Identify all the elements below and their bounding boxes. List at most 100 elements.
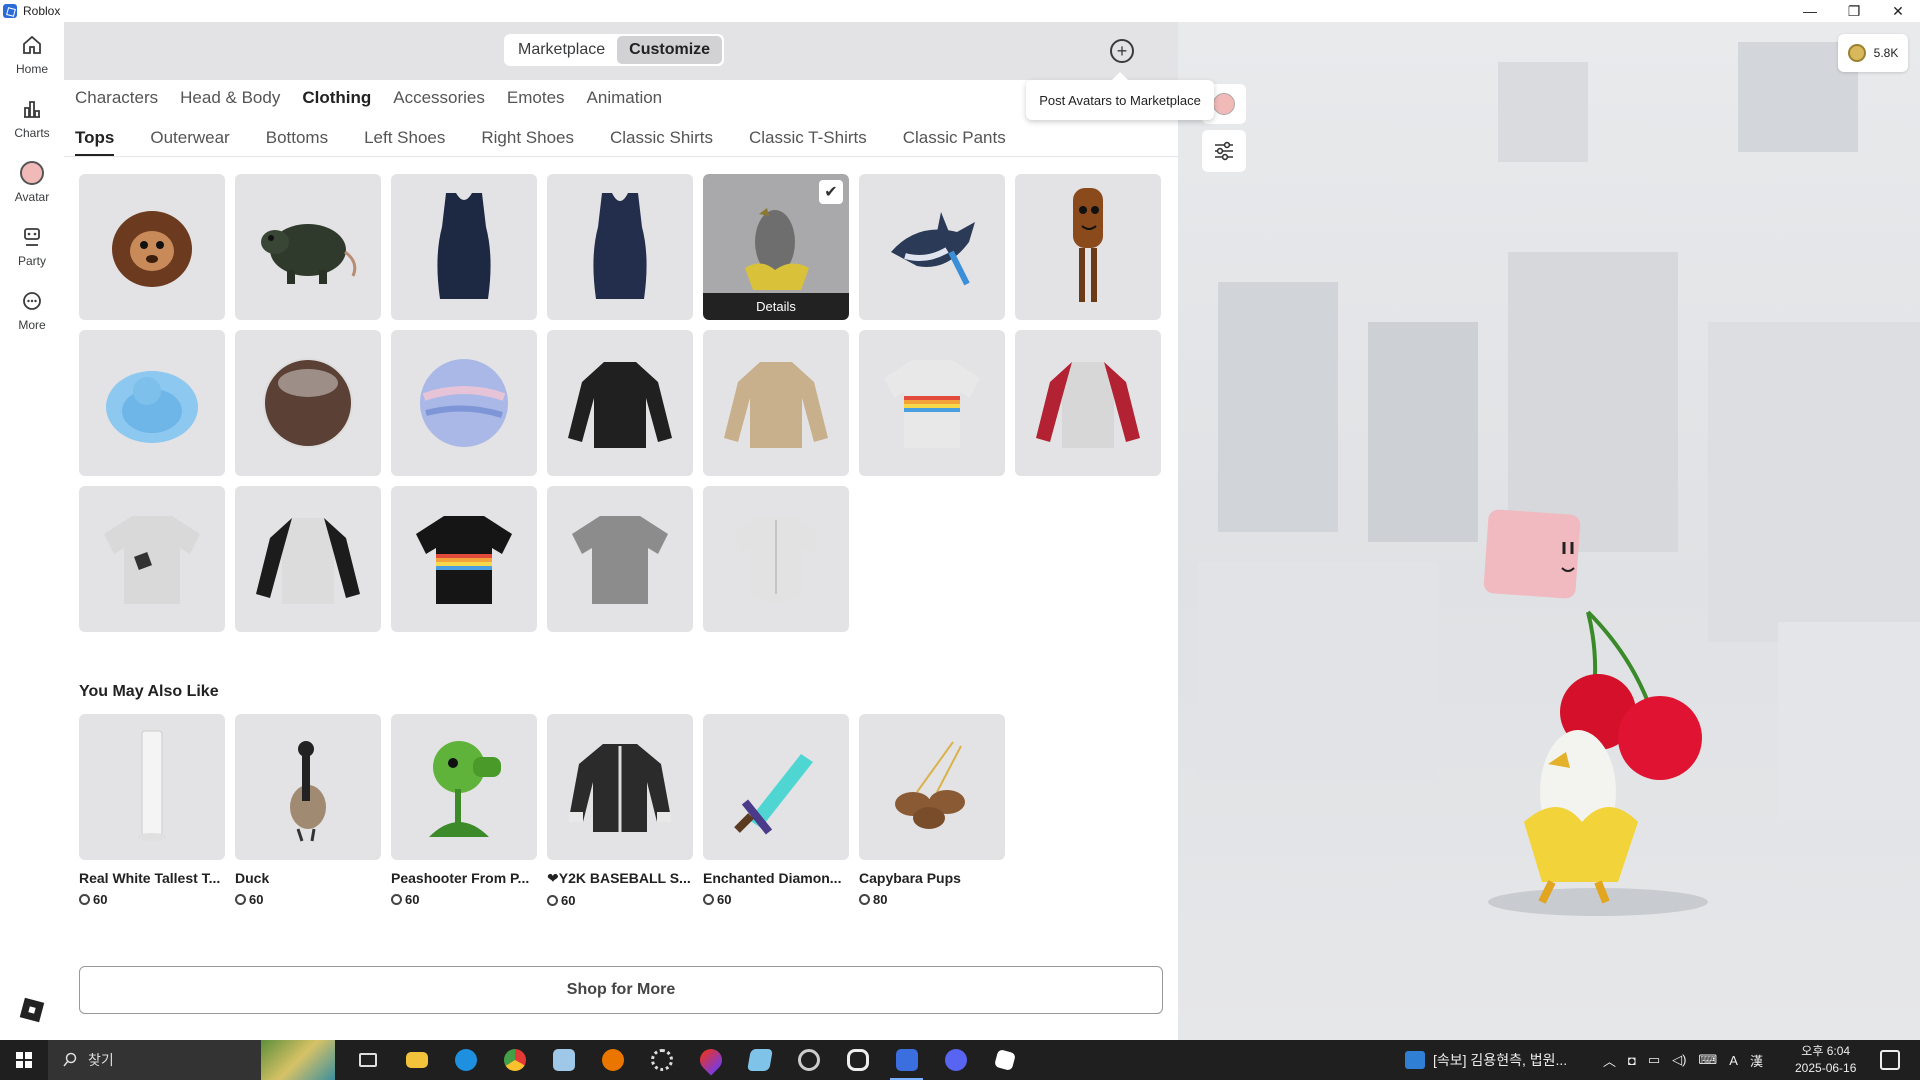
more-icon <box>19 288 45 314</box>
discord-icon[interactable] <box>931 1040 980 1080</box>
item-tile-tan-sweater[interactable] <box>703 330 849 476</box>
item-tile-bread-man[interactable] <box>1015 174 1161 320</box>
black-raglan-thumbnail <box>256 518 360 604</box>
camera-icon[interactable]: ◘ <box>1628 1053 1636 1068</box>
rainbow-tee-thumbnail <box>884 360 980 448</box>
left-navigation: Home Charts Avatar Party More <box>0 22 64 1040</box>
avatar-3d-viewport[interactable]: 5.8K <box>1178 22 1920 1040</box>
settings-icon[interactable] <box>637 1040 686 1080</box>
subtab-classic-pants[interactable]: Classic Pants <box>903 128 1006 157</box>
app-spiral-icon[interactable] <box>784 1040 833 1080</box>
notification-icon[interactable] <box>1880 1050 1900 1070</box>
rec-item-name: Real White Tallest T... <box>79 870 221 886</box>
taskbar-search[interactable]: 찾기 <box>48 1040 335 1080</box>
tab-clothing[interactable]: Clothing <box>302 88 371 108</box>
subtab-outerwear[interactable]: Outerwear <box>150 128 229 157</box>
minimize-button[interactable]: — <box>1788 0 1832 22</box>
blender-icon[interactable] <box>588 1040 637 1080</box>
rec-item[interactable]: Duck 60 <box>235 714 381 908</box>
restore-button[interactable]: ❐ <box>1832 0 1876 22</box>
item-tile-navy-tank-1[interactable] <box>391 174 537 320</box>
app-cloud-icon[interactable] <box>833 1040 882 1080</box>
item-tile-rainbow-tee-white[interactable] <box>859 330 1005 476</box>
roblox-taskbar-icon[interactable] <box>882 1040 931 1080</box>
robux-icon <box>79 894 90 905</box>
news-widget[interactable]: [속보] 김용현측, 법원... <box>1405 1040 1567 1080</box>
roblox-studio-icon[interactable] <box>980 1040 1029 1080</box>
task-view-icon[interactable] <box>343 1040 392 1080</box>
subtab-left-shoes[interactable]: Left Shoes <box>364 128 445 157</box>
item-tile-rat[interactable] <box>235 174 381 320</box>
item-tile-gray-tee[interactable] <box>547 486 693 632</box>
item-tile-white-knot-shirt[interactable] <box>703 486 849 632</box>
nav-charts[interactable]: Charts <box>0 86 64 150</box>
subtab-tops[interactable]: Tops <box>75 128 115 157</box>
paint-icon[interactable] <box>735 1040 784 1080</box>
rec-item[interactable]: Real White Tallest T... 60 <box>79 714 225 908</box>
item-tile-capybara[interactable] <box>79 174 225 320</box>
start-button[interactable] <box>0 1040 48 1080</box>
item-tile-dark-sphere[interactable] <box>235 330 381 476</box>
item-tile-navy-tank-2[interactable] <box>547 174 693 320</box>
subcategory-tabs: Tops Outerwear Bottoms Left Shoes Right … <box>75 128 1006 157</box>
item-tile-black-sweater[interactable] <box>547 330 693 476</box>
customize-tab[interactable]: Customize <box>617 36 723 64</box>
subtab-bottoms[interactable]: Bottoms <box>266 128 328 157</box>
network-icon[interactable]: ▭ <box>1648 1052 1660 1068</box>
tab-characters[interactable]: Characters <box>75 88 158 108</box>
close-button[interactable]: ✕ <box>1876 0 1920 22</box>
tab-emotes[interactable]: Emotes <box>507 88 565 108</box>
subtab-right-shoes[interactable]: Right Shoes <box>481 128 574 157</box>
chrome-icon[interactable] <box>490 1040 539 1080</box>
rec-item[interactable]: Capybara Pups 80 <box>859 714 1005 908</box>
details-button[interactable]: Details <box>703 293 849 320</box>
subtab-classic-tshirts[interactable]: Classic T-Shirts <box>749 128 867 157</box>
ime-hanja[interactable]: 漢 <box>1750 1051 1763 1070</box>
rec-thumbnail <box>235 714 381 860</box>
filters-button[interactable] <box>1202 130 1246 172</box>
roblox-logo-icon[interactable] <box>19 997 45 1023</box>
volume-icon[interactable]: ◁) <box>1672 1052 1686 1068</box>
chevron-up-icon[interactable]: ︿ <box>1603 1051 1616 1070</box>
notepad-icon[interactable] <box>539 1040 588 1080</box>
item-tile-orca[interactable] <box>859 174 1005 320</box>
item-tile-red-raglan[interactable] <box>1015 330 1161 476</box>
rec-item[interactable]: Enchanted Diamon... 60 <box>703 714 849 908</box>
scene-block <box>1198 562 1438 782</box>
swirl-sphere-thumbnail <box>420 359 508 447</box>
keyboard-icon[interactable]: ⌨ <box>1699 1052 1718 1068</box>
ime-mode[interactable]: A <box>1729 1053 1738 1068</box>
color-drop-icon[interactable] <box>686 1040 735 1080</box>
tab-accessories[interactable]: Accessories <box>393 88 485 108</box>
nav-party[interactable]: Party <box>0 214 64 278</box>
capybara-head-thumbnail <box>112 211 192 287</box>
rec-item-name: Capybara Pups <box>859 870 961 886</box>
item-tile-blue-duck-bubble[interactable] <box>79 330 225 476</box>
nav-avatar[interactable]: Avatar <box>0 150 64 214</box>
taskbar-clock[interactable]: 오후 6:04 2025-06-16 <box>1795 1043 1856 1077</box>
shop-for-more-button[interactable]: Shop for More <box>79 966 1163 1014</box>
subtab-classic-shirts[interactable]: Classic Shirts <box>610 128 713 157</box>
item-tile-swirl-sphere[interactable] <box>391 330 537 476</box>
nav-charts-label: Charts <box>14 126 50 140</box>
scene-block <box>1218 282 1338 532</box>
rec-item[interactable]: ❤Y2K BASEBALL S... 60 <box>547 714 693 908</box>
nav-more[interactable]: More <box>0 278 64 342</box>
edge-icon[interactable] <box>441 1040 490 1080</box>
item-tile-rainbow-tee-black[interactable] <box>391 486 537 632</box>
item-tile-white-tee-pocket[interactable] <box>79 486 225 632</box>
marketplace-tab[interactable]: Marketplace <box>506 36 617 64</box>
file-explorer-icon[interactable] <box>392 1040 441 1080</box>
item-tile-black-raglan[interactable] <box>235 486 381 632</box>
peashooter-thumbnail <box>429 741 501 837</box>
category-tabs: Characters Head & Body Clothing Accessor… <box>75 88 662 108</box>
nav-home[interactable]: Home <box>0 22 64 86</box>
tab-animation[interactable]: Animation <box>587 88 663 108</box>
item-tile-banana-duck[interactable]: ✔ Details <box>703 174 849 320</box>
rec-item[interactable]: Peashooter From P... 60 <box>391 714 537 908</box>
rec-thumbnail <box>703 714 849 860</box>
tab-head-body[interactable]: Head & Body <box>180 88 280 108</box>
party-icon <box>19 224 45 250</box>
add-post-icon[interactable]: + <box>1110 39 1134 63</box>
robux-balance[interactable]: 5.8K <box>1838 34 1908 72</box>
